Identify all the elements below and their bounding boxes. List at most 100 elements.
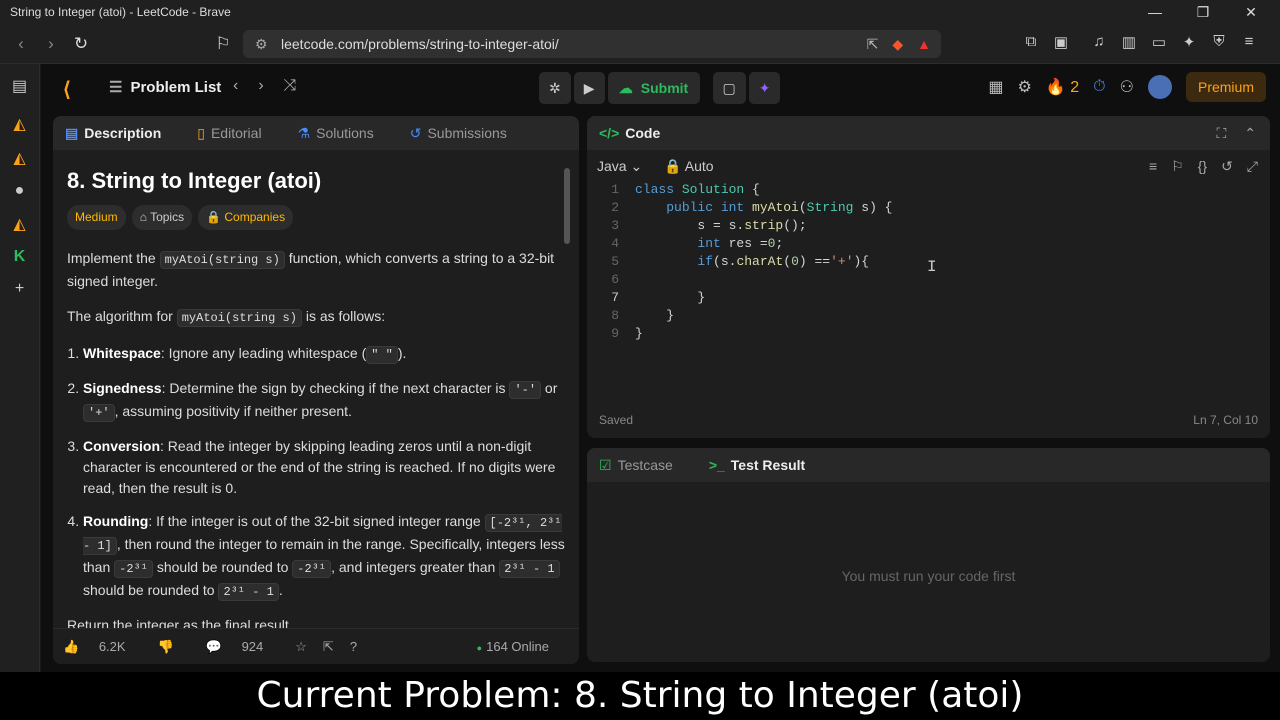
- avatar[interactable]: [1147, 75, 1172, 99]
- add-panel-icon[interactable]: +: [0, 280, 39, 298]
- premium-button[interactable]: Premium: [1185, 72, 1266, 102]
- inline-code: '-': [509, 381, 542, 399]
- leo-icon[interactable]: ✦: [1176, 33, 1202, 51]
- vpn-icon[interactable]: ⛨: [1206, 33, 1232, 51]
- text: should be rounded to: [83, 582, 219, 598]
- streak[interactable]: 🔥 2: [1046, 77, 1079, 97]
- wallet-icon[interactable]: ▭: [1146, 33, 1172, 51]
- bug-icon: ✲: [549, 79, 561, 96]
- inline-code: myAtoi(string s): [176, 309, 302, 327]
- sidebar-panel-icon[interactable]: ▤: [0, 76, 39, 96]
- line-number: 2: [611, 200, 619, 215]
- inline-code: 2³¹ - 1: [218, 583, 279, 601]
- cursor-position: Ln 7, Col 10: [1193, 413, 1258, 427]
- fullscreen-icon[interactable]: ⛶: [1216, 125, 1226, 142]
- description-footer: 👍 6.2K 👎 💬 924 ☆ ⇱ ? 164 Online: [53, 628, 579, 664]
- close-button[interactable]: ✕: [1236, 4, 1266, 21]
- next-problem-icon[interactable]: ›: [258, 77, 263, 95]
- tab-test-result[interactable]: >_ Test Result: [709, 457, 823, 473]
- braces-icon[interactable]: {}: [1198, 158, 1207, 175]
- timer-icon[interactable]: ⏱: [1093, 78, 1105, 96]
- notes-button[interactable]: ▢: [712, 72, 746, 104]
- site-icon[interactable]: ●: [0, 182, 39, 200]
- minimize-button[interactable]: —: [1140, 4, 1170, 21]
- forward-icon[interactable]: ›: [36, 34, 66, 54]
- inline-code: myAtoi(string s): [159, 251, 285, 269]
- reload-icon[interactable]: ↻: [66, 34, 96, 54]
- code-title: Code: [625, 125, 661, 141]
- list-icon: ☰: [109, 79, 123, 96]
- video-caption: Current Problem: 8. String to Integer (a…: [0, 672, 1280, 720]
- save-status: Saved: [599, 413, 634, 427]
- collapse-icon[interactable]: ⌃: [1244, 125, 1256, 142]
- problem-list-label: Problem List: [130, 79, 222, 96]
- companies-button[interactable]: 🔒 Companies: [198, 205, 294, 230]
- problem-list-link[interactable]: ☰ Problem List: [109, 78, 221, 96]
- prev-problem-icon[interactable]: ‹: [233, 77, 238, 95]
- tab-testcase[interactable]: ☑ Testcase: [599, 457, 691, 474]
- reset-icon[interactable]: ↺: [1221, 158, 1233, 175]
- line-number: 1: [611, 182, 619, 197]
- thumbs-up-icon: 👍: [63, 638, 80, 654]
- expand-icon[interactable]: ⤢: [1247, 158, 1258, 175]
- leetcode-tab-icon[interactable]: ◭: [0, 214, 39, 234]
- leetcode-tab-icon[interactable]: ◭: [0, 148, 39, 168]
- tab-description[interactable]: ▤ Description: [65, 125, 179, 142]
- ai-button[interactable]: ✦: [748, 72, 781, 104]
- navbar-right: ▦ ⚙ 🔥 2 ⏱ ⚇ Premium: [988, 72, 1266, 102]
- extensions-icon[interactable]: ⧉: [1018, 33, 1044, 51]
- share-icon[interactable]: ⇱: [867, 36, 879, 53]
- streak-count: 2: [1070, 79, 1080, 96]
- leetcode-app: ⟨ ☰ Problem List ‹ › ⤨ ✲ ▶ ☁ Submit ▢ ✦ ▦ …: [41, 64, 1280, 672]
- submit-button[interactable]: ☁ Submit: [607, 72, 700, 104]
- bookmark-icon[interactable]: ⚐: [1171, 158, 1184, 175]
- format-icon[interactable]: ≡: [1149, 158, 1157, 175]
- tab-submissions[interactable]: ↺ Submissions: [410, 125, 525, 142]
- step-title: Whitespace: [83, 345, 161, 361]
- language-select[interactable]: Java ⌄: [597, 158, 642, 175]
- leetcode-logo-icon[interactable]: ⟨: [63, 77, 71, 102]
- favorite-icon[interactable]: ☆: [295, 639, 307, 655]
- topics-label: Topics: [150, 210, 185, 224]
- tab-solutions[interactable]: ⚗ Solutions: [298, 125, 392, 142]
- settings-icon[interactable]: ⚙: [1018, 77, 1032, 97]
- book-icon: ▯: [197, 124, 205, 141]
- code-line: 1 class Solution {: [587, 182, 1270, 200]
- site-info-icon[interactable]: ⚙: [255, 36, 268, 53]
- debug-button[interactable]: ✲: [539, 72, 571, 104]
- comments-button[interactable]: 💬 924: [206, 639, 280, 655]
- run-button[interactable]: ▶: [573, 72, 605, 104]
- bookmark-icon[interactable]: ⚐: [208, 34, 238, 54]
- music-icon[interactable]: ♫: [1086, 33, 1112, 51]
- screenshot-icon[interactable]: ▣: [1048, 33, 1074, 51]
- problem-title[interactable]: 8. String to Integer (atoi): [67, 170, 565, 192]
- code-editor[interactable]: 1 class Solution { 2 public int myAtoi(St…: [587, 182, 1270, 392]
- comment-icon: 💬: [205, 638, 222, 654]
- like-button[interactable]: 👍 6.2K: [63, 639, 142, 655]
- address-bar[interactable]: ⚙ leetcode.com/problems/string-to-intege…: [243, 30, 941, 58]
- help-icon[interactable]: ?: [350, 639, 357, 654]
- problem-arrows: ‹ › ⤨: [233, 77, 296, 95]
- share-icon[interactable]: ⇱: [323, 639, 334, 655]
- description-scrollbar[interactable]: [564, 168, 570, 244]
- topics-button[interactable]: ⌂ Topics: [131, 205, 193, 230]
- back-icon[interactable]: ‹: [6, 34, 36, 54]
- menu-icon[interactable]: ≡: [1236, 33, 1262, 51]
- layout-icon[interactable]: ▦: [988, 77, 1003, 97]
- k-site-icon[interactable]: K: [0, 248, 39, 266]
- step-title: Rounding: [83, 513, 149, 529]
- lock-icon: 🔒: [206, 210, 222, 224]
- brave-shield-icon[interactable]: ◆: [892, 36, 903, 53]
- sidebar-toggle-icon[interactable]: ▥: [1116, 33, 1142, 51]
- leetcode-tab-icon[interactable]: ◭: [0, 114, 39, 134]
- browser-sidebar: ▤ ◭ ◭ ● ◭ K +: [0, 64, 40, 672]
- rewards-icon[interactable]: ▲: [917, 36, 931, 52]
- auto-mode[interactable]: 🔒 Auto: [664, 158, 713, 175]
- maximize-button[interactable]: ❐: [1188, 4, 1218, 21]
- inline-code: " ": [366, 346, 398, 364]
- list-item: Rounding: If the integer is out of the 3…: [83, 511, 565, 603]
- tab-editorial[interactable]: ▯ Editorial: [197, 125, 279, 142]
- shuffle-icon[interactable]: ⤨: [284, 77, 297, 95]
- add-friend-icon[interactable]: ⚇: [1120, 77, 1134, 97]
- dislike-button[interactable]: 👎: [158, 639, 190, 655]
